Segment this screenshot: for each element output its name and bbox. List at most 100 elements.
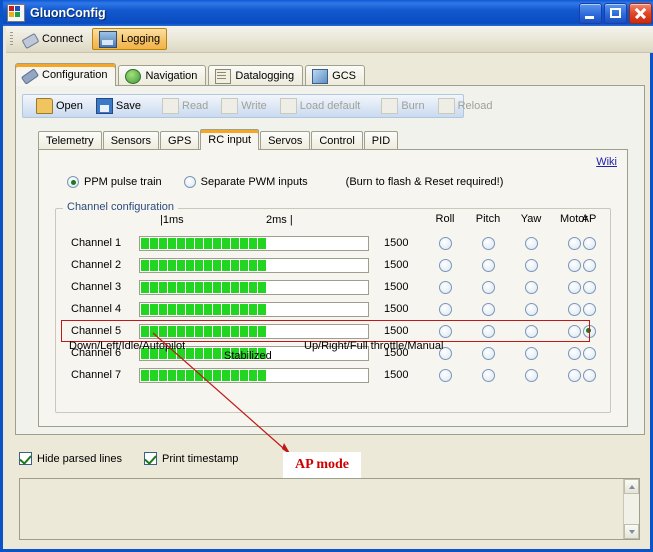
logging-button[interactable]: Logging (91, 28, 168, 50)
bar-segment (195, 369, 203, 381)
gcs-icon (312, 68, 329, 84)
bar-segment (258, 303, 266, 315)
radio-roll-channel-1[interactable] (438, 236, 452, 250)
radio-pitch-channel-3[interactable] (481, 280, 495, 294)
wiki-link[interactable]: Wiki (596, 156, 617, 168)
radio-yaw-channel-7[interactable] (524, 368, 538, 382)
radio-pitch-channel-2[interactable] (481, 258, 495, 272)
tab-datalogging[interactable]: Datalogging (208, 65, 304, 86)
radio-cell-pitch (467, 324, 509, 338)
radio-ap-channel-2[interactable] (582, 258, 596, 272)
bar-segment (240, 369, 248, 381)
read-button-label: Read (182, 100, 209, 112)
radio-cell-roll (424, 324, 466, 338)
checkbox-hide-parsed-lines[interactable] (19, 452, 32, 465)
bar-segment (177, 369, 185, 381)
radio-yaw-channel-2[interactable] (524, 258, 538, 272)
scroll-up-button[interactable] (624, 479, 639, 494)
radio-cell-roll (424, 258, 466, 272)
table-row: Channel 7 1500 (39, 364, 629, 386)
radio-roll-channel-4[interactable] (438, 302, 452, 316)
radio-ap-channel-4[interactable] (582, 302, 596, 316)
tab-rc-input[interactable]: RC input (200, 129, 260, 150)
tab-configuration-label: Configuration (42, 69, 108, 81)
tab-sensors[interactable]: Sensors (102, 131, 160, 150)
bar-segment (150, 259, 158, 271)
radio-roll-channel-3[interactable] (438, 280, 452, 294)
tab-gcs[interactable]: GCS (305, 65, 365, 86)
toolbar-grip[interactable] (10, 32, 13, 46)
configuration-panel: Open Save Read Write Load default Burn R… (15, 85, 645, 435)
burn-button: Burn (375, 96, 430, 116)
channel-value: 1500 (384, 325, 409, 337)
scale-tick-2ms: 2ms | (266, 214, 293, 226)
radio-yaw-channel-5[interactable] (524, 324, 538, 338)
log-scrollbar[interactable] (623, 479, 639, 539)
bar-segment (240, 237, 248, 249)
radio-roll-channel-7[interactable] (438, 368, 452, 382)
maximize-button[interactable] (604, 2, 627, 24)
connect-button[interactable]: Connect (16, 28, 90, 50)
tab-gps[interactable]: GPS (160, 131, 200, 150)
bar-segment (168, 237, 176, 249)
channel-value: 1500 (384, 259, 409, 271)
page-write-icon (221, 98, 239, 114)
radio-ap-channel-1[interactable] (582, 236, 596, 250)
radio-cell-pitch (467, 346, 509, 360)
radio-ap-channel-6[interactable] (582, 346, 596, 360)
radio-separate-pwm-inputs[interactable] (183, 176, 196, 188)
write-button-label: Write (241, 100, 267, 112)
radio-cell-ap (568, 368, 610, 382)
bar-segment (231, 303, 239, 315)
bar-segment (249, 259, 257, 271)
radio-ap-channel-3[interactable] (582, 280, 596, 294)
radio-pitch-channel-6[interactable] (481, 346, 495, 360)
tab-pid[interactable]: PID (363, 131, 399, 150)
radio-roll-channel-5[interactable] (438, 324, 452, 338)
tab-navigation[interactable]: Navigation (118, 65, 207, 86)
radio-roll-channel-2[interactable] (438, 258, 452, 272)
bar-segment (159, 369, 167, 381)
bar-segment (186, 259, 194, 271)
radio-pitch-channel-5[interactable] (481, 324, 495, 338)
tab-gps-label: GPS (168, 135, 192, 147)
bar-segment (159, 281, 167, 293)
bar-segment (195, 347, 203, 359)
folder-open-icon (36, 98, 53, 114)
radio-yaw-channel-3[interactable] (524, 280, 538, 294)
close-button[interactable] (629, 2, 652, 24)
radio-yaw-channel-6[interactable] (524, 346, 538, 360)
open-button[interactable]: Open (30, 96, 89, 116)
tab-servos-label: Servos (268, 135, 303, 147)
radio-yaw-channel-4[interactable] (524, 302, 538, 316)
tab-servos[interactable]: Servos (260, 131, 311, 150)
radio-ppm-pulse-train[interactable] (67, 176, 79, 188)
checkbox-print-timestamp[interactable] (144, 452, 157, 465)
radio-pitch-channel-4[interactable] (481, 302, 495, 316)
radio-pitch-channel-1[interactable] (481, 236, 495, 250)
radio-cell-pitch (467, 280, 509, 294)
radio-pitch-channel-7[interactable] (481, 368, 495, 382)
bar-segment (213, 303, 221, 315)
log-output-textarea[interactable] (19, 478, 640, 540)
bar-segment (168, 259, 176, 271)
scroll-down-button[interactable] (624, 524, 639, 539)
radio-ap-channel-7[interactable] (582, 368, 596, 382)
bar-segment (168, 369, 176, 381)
bar-segment (186, 347, 194, 359)
save-button[interactable]: Save (90, 96, 147, 116)
bar-segment (204, 237, 212, 249)
tab-configuration[interactable]: Configuration (15, 63, 117, 86)
radio-yaw-channel-1[interactable] (524, 236, 538, 250)
bar-segment (231, 259, 239, 271)
channel-name: Channel 7 (71, 369, 122, 381)
bar-segment (195, 281, 203, 293)
channel-name: Channel 4 (71, 303, 122, 315)
bar-segment (195, 303, 203, 315)
bar-segment (204, 347, 212, 359)
tab-control[interactable]: Control (311, 131, 363, 150)
bar-segment (231, 369, 239, 381)
radio-ap-channel-5[interactable] (582, 324, 596, 338)
tab-telemetry[interactable]: Telemetry (38, 131, 102, 150)
minimize-button[interactable] (579, 2, 602, 24)
